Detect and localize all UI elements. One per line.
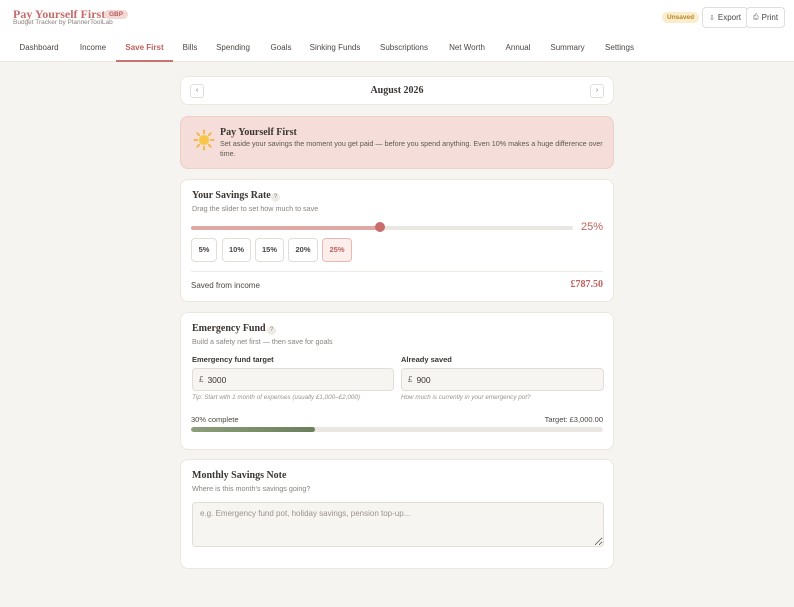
savings-note-title: Monthly Savings Note (192, 470, 287, 481)
target-tip: Tip: Start with 1 month of expenses (usu… (192, 394, 360, 401)
divider (191, 271, 603, 272)
currency-symbol: £ (199, 375, 204, 384)
export-label: Export (717, 13, 741, 22)
savings-rate-value: 25% (580, 221, 603, 233)
print-button[interactable]: ⎙ Print (746, 7, 786, 28)
month-selector: ‹ August 2026 › (180, 76, 614, 105)
export-button[interactable]: ⇩ Export (702, 7, 748, 28)
app-header: Pay Yourself First GBP Budget Tracker by… (0, 0, 794, 35)
help-icon[interactable]: ? (267, 326, 276, 335)
tab-annual[interactable]: Annual (501, 35, 535, 62)
preset-20-button[interactable]: 20% (288, 238, 318, 262)
tab-settings[interactable]: Settings (601, 35, 638, 62)
printer-icon: ⎙ (753, 13, 759, 21)
target-field[interactable]: £ (192, 368, 394, 391)
tab-dashboard[interactable]: Dashboard (12, 35, 66, 62)
month-label: August 2026 (370, 85, 424, 96)
savings-note-subtitle: Where is this month's savings going? (192, 484, 311, 493)
app-subtitle: Budget Tracker by PlannerToolLab (13, 19, 113, 26)
slider-fill (191, 226, 381, 230)
already-saved-tip: How much is currently in your emergency … (401, 394, 531, 401)
savings-rate-title: Your Savings Rate (192, 190, 271, 201)
emergency-fund-subtitle: Build a safety net first — then save for… (192, 337, 333, 346)
already-saved-field[interactable]: £ (401, 368, 604, 391)
already-saved-label: Already saved (401, 355, 452, 364)
emergency-fund-title: Emergency Fund (192, 323, 266, 334)
save-status-badge: Unsaved (662, 12, 700, 23)
saved-from-income-value: £787.50 (570, 279, 604, 290)
tab-net-worth[interactable]: Net Worth (444, 35, 490, 62)
tab-subscriptions[interactable]: Subscriptions (375, 35, 433, 62)
saved-from-income-label: Saved from income (191, 281, 260, 290)
savings-rate-slider[interactable] (191, 222, 573, 232)
preset-10-button[interactable]: 10% (222, 238, 251, 262)
emergency-fund-progress (191, 427, 603, 432)
main-nav: Dashboard Income Save First Bills Spendi… (0, 35, 794, 62)
progress-target: Target: £3,000.00 (544, 415, 603, 424)
tab-summary[interactable]: Summary (546, 35, 589, 62)
banner-title: Pay Yourself First (220, 127, 297, 138)
banner-text: Set aside your savings the moment you ge… (220, 139, 603, 158)
chevron-right-icon: › (595, 87, 599, 94)
target-label: Emergency fund target (192, 355, 274, 364)
preset-5-button[interactable]: 5% (191, 238, 217, 262)
preset-25-button[interactable]: 25% (322, 238, 352, 262)
tab-goals[interactable]: Goals (266, 35, 296, 62)
savings-note-card: Monthly Savings Note Where is this month… (180, 459, 614, 569)
tab-income[interactable]: Income (74, 35, 112, 62)
target-input[interactable] (207, 374, 393, 385)
currency-badge: GBP (104, 10, 129, 19)
next-month-button[interactable]: › (590, 84, 604, 98)
tab-save-first[interactable]: Save First (116, 35, 173, 62)
currency-symbol: £ (408, 375, 413, 384)
tab-bills[interactable]: Bills (177, 35, 203, 62)
progress-fill (191, 427, 315, 432)
already-saved-input[interactable] (416, 374, 603, 385)
info-banner: Pay Yourself First Set aside your saving… (180, 116, 614, 169)
progress-label: 30% complete (191, 415, 239, 424)
savings-note-textarea[interactable] (192, 502, 604, 547)
tab-sinking-funds[interactable]: Sinking Funds (307, 35, 363, 62)
preset-15-button[interactable]: 15% (255, 238, 284, 262)
savings-rate-subtitle: Drag the slider to set how much to save (192, 204, 319, 213)
tab-spending[interactable]: Spending (212, 35, 254, 62)
help-icon[interactable]: ? (271, 193, 280, 202)
download-icon: ⇩ (709, 14, 715, 22)
print-label: Print (761, 13, 779, 22)
sun-icon (193, 129, 215, 151)
